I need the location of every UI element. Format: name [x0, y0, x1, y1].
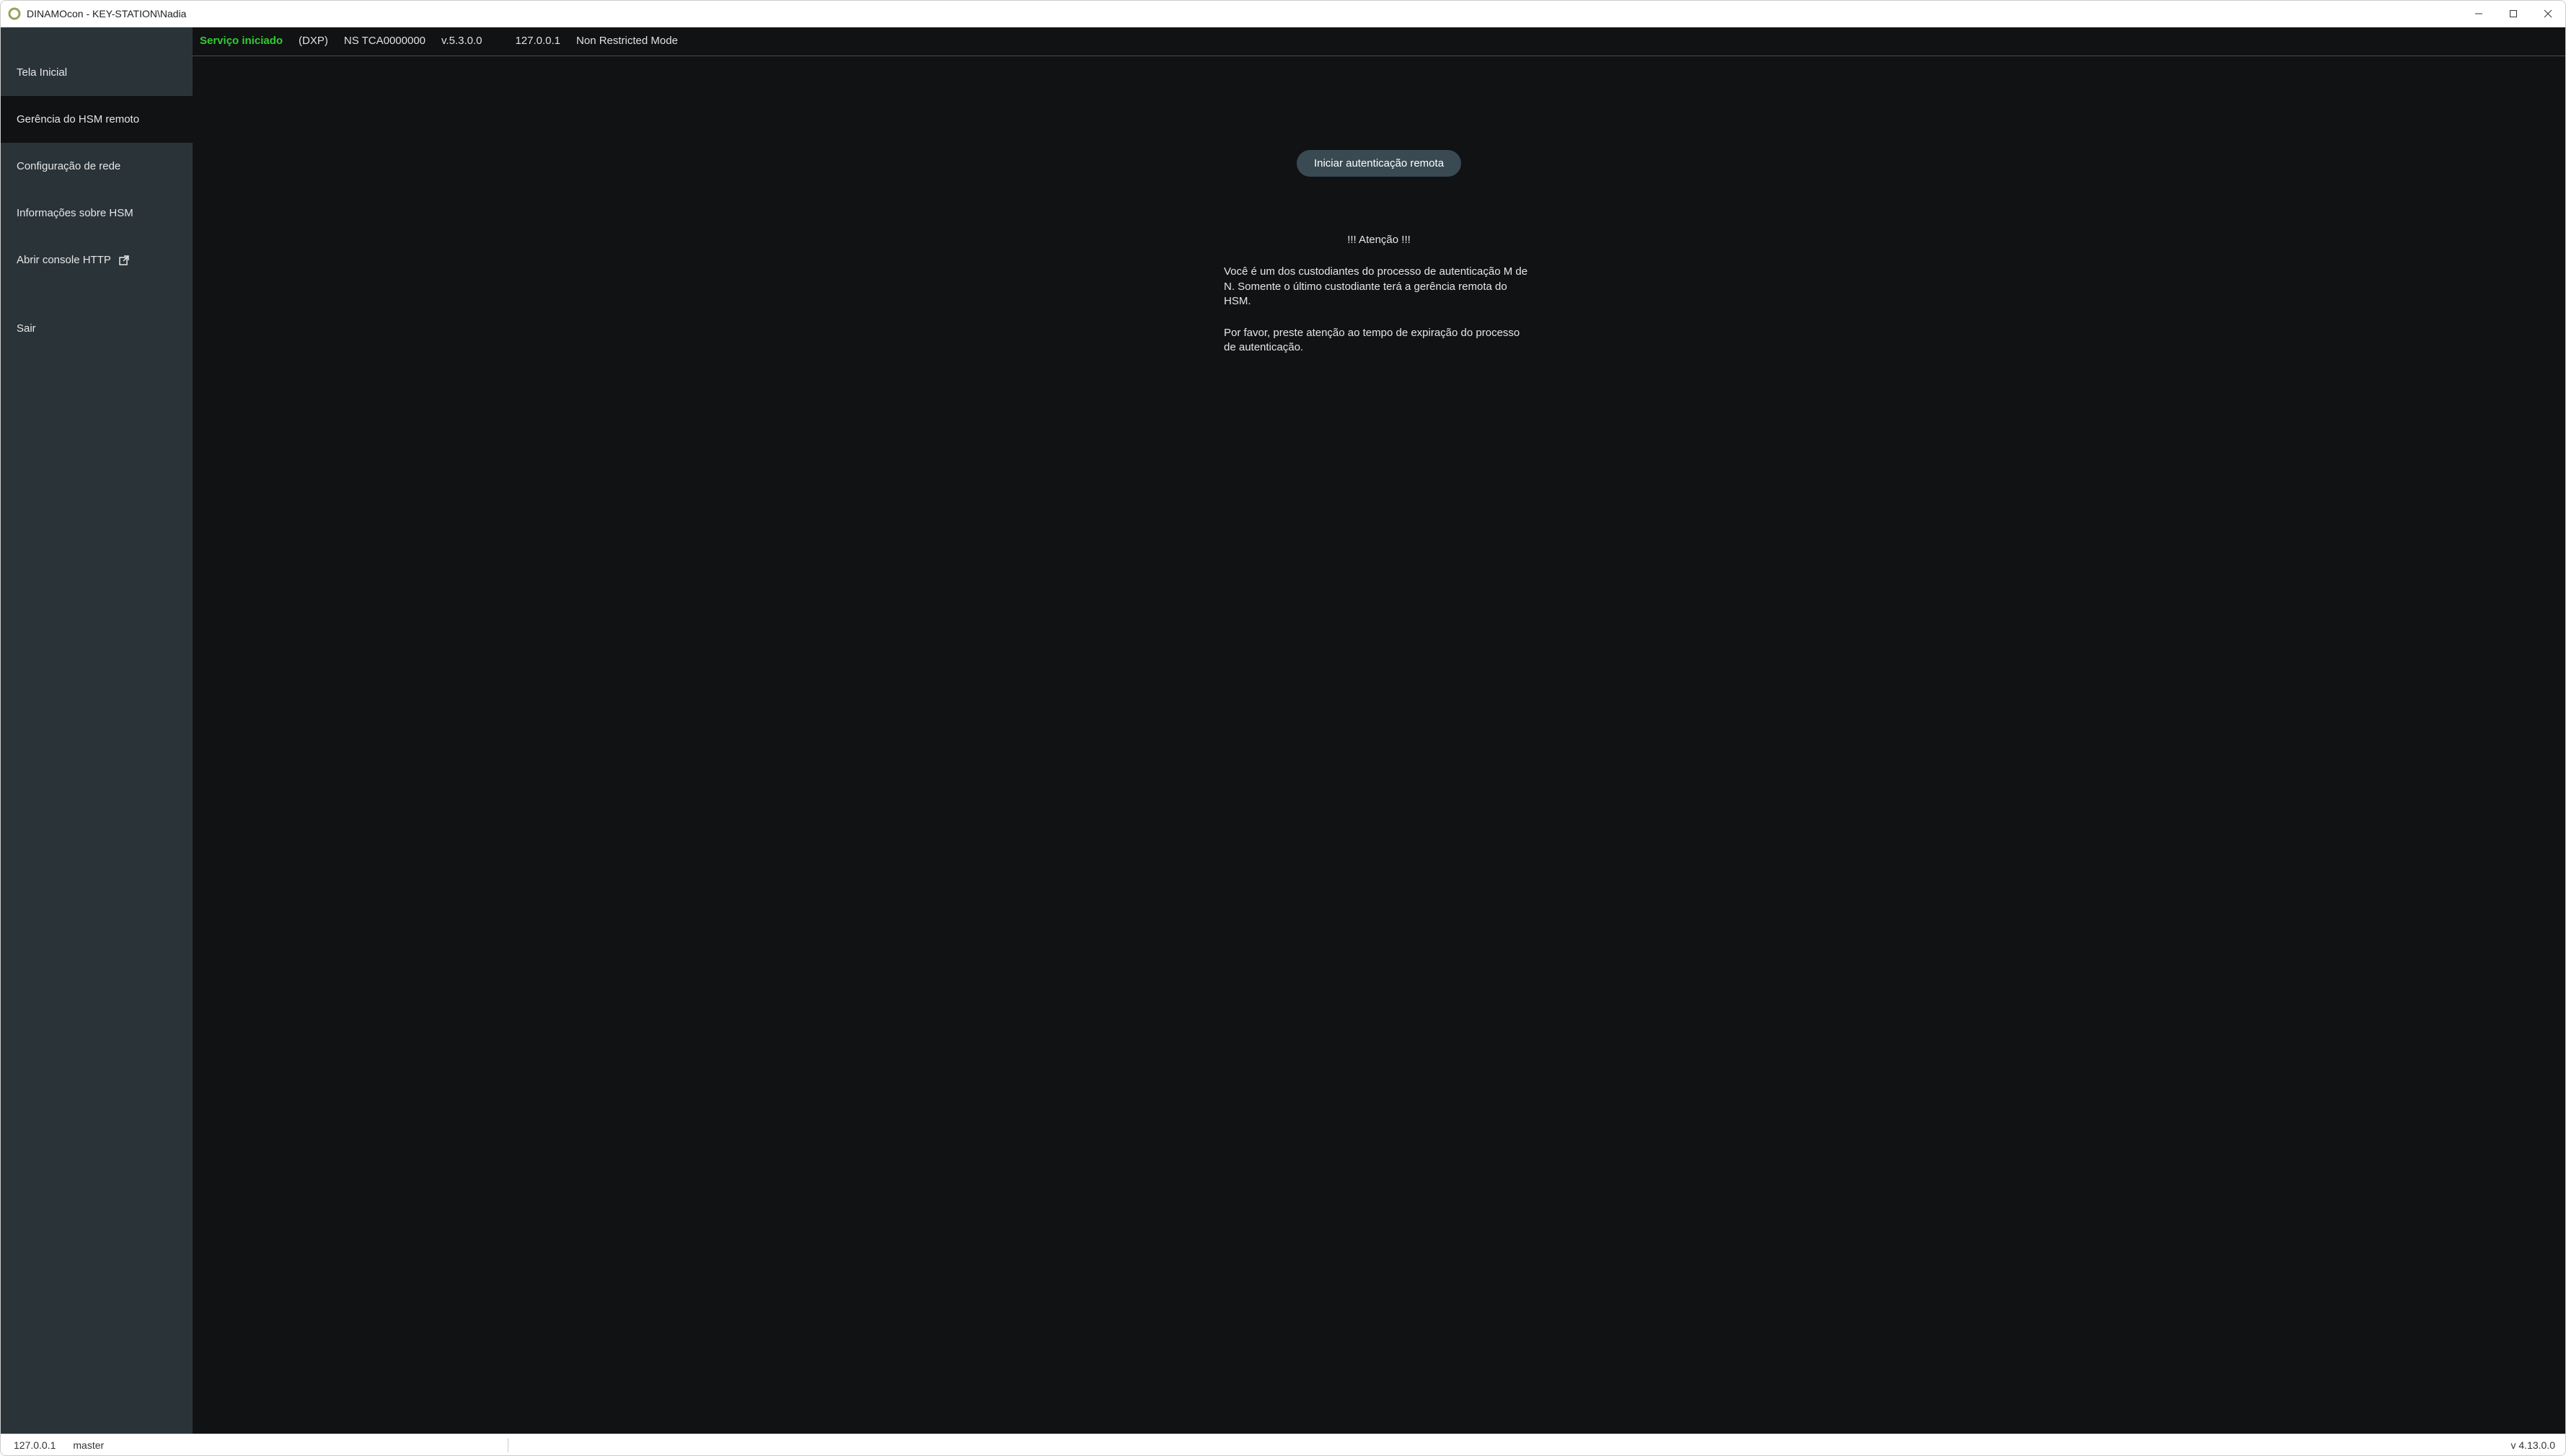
warning-title: !!! Atenção !!!	[1224, 233, 1534, 247]
sidebar-item-exit[interactable]: Sair	[1, 305, 193, 352]
app-window: DINAMOcon - KEY-STATION\Nadia Tela Inici…	[0, 0, 2566, 1456]
mode-label: Non Restricted Mode	[576, 35, 678, 47]
sidebar-item-network-config[interactable]: Configuração de rede	[1, 143, 193, 190]
statusbar-version: v 4.13.0.0	[2511, 1439, 2556, 1451]
titlebar: DINAMOcon - KEY-STATION\Nadia	[1, 1, 2565, 27]
top-status-bar: Serviço iniciado (DXP) NS TCA0000000 v.5…	[193, 27, 2565, 56]
sidebar-item-open-http-console[interactable]: Abrir console HTTP	[1, 237, 193, 283]
maximize-button[interactable]	[2496, 1, 2531, 27]
start-remote-auth-button[interactable]: Iniciar autenticação remota	[1297, 150, 1461, 177]
sidebar-item-remote-hsm-management[interactable]: Gerência do HSM remoto	[1, 96, 193, 143]
sidebar-item-label: Abrir console HTTP	[17, 254, 111, 266]
close-button[interactable]	[2531, 1, 2565, 27]
firmware-version: v.5.3.0.0	[441, 35, 482, 47]
statusbar-ip: 127.0.0.1	[14, 1439, 56, 1451]
sidebar-item-label: Tela Inicial	[17, 66, 67, 79]
service-status: Serviço iniciado	[200, 35, 283, 47]
main-content: Iniciar autenticação remota !!! Atenção …	[193, 56, 2565, 1434]
sidebar: Tela Inicial Gerência do HSM remoto Conf…	[1, 27, 193, 1434]
sidebar-item-hsm-info[interactable]: Informações sobre HSM	[1, 190, 193, 237]
warning-paragraph-1: Você é um dos custodiantes do processo d…	[1224, 265, 1534, 309]
sidebar-item-label: Sair	[17, 322, 36, 335]
window-title: DINAMOcon - KEY-STATION\Nadia	[27, 8, 2461, 19]
sidebar-item-label: Informações sobre HSM	[17, 207, 133, 219]
statusbar: 127.0.0.1 master v 4.13.0.0	[1, 1434, 2565, 1455]
window-controls	[2461, 1, 2565, 27]
sidebar-item-label: Gerência do HSM remoto	[17, 113, 139, 125]
warning-block: !!! Atenção !!! Você é um dos custodiant…	[1224, 233, 1534, 356]
minimize-button[interactable]	[2461, 1, 2496, 27]
serial-label: NS TCA0000000	[344, 35, 426, 47]
main-panel: Serviço iniciado (DXP) NS TCA0000000 v.5…	[193, 27, 2565, 1434]
ip-label: 127.0.0.1	[515, 35, 560, 47]
sidebar-item-label: Configuração de rede	[17, 160, 120, 172]
app-icon	[8, 7, 21, 20]
app-body: Tela Inicial Gerência do HSM remoto Conf…	[1, 27, 2565, 1434]
statusbar-left: 127.0.0.1 master	[14, 1439, 104, 1451]
statusbar-user: master	[73, 1439, 104, 1451]
external-link-icon	[118, 255, 130, 266]
model-label: (DXP)	[299, 35, 328, 47]
sidebar-item-home[interactable]: Tela Inicial	[1, 49, 193, 96]
warning-paragraph-2: Por favor, preste atenção ao tempo de ex…	[1224, 326, 1534, 356]
